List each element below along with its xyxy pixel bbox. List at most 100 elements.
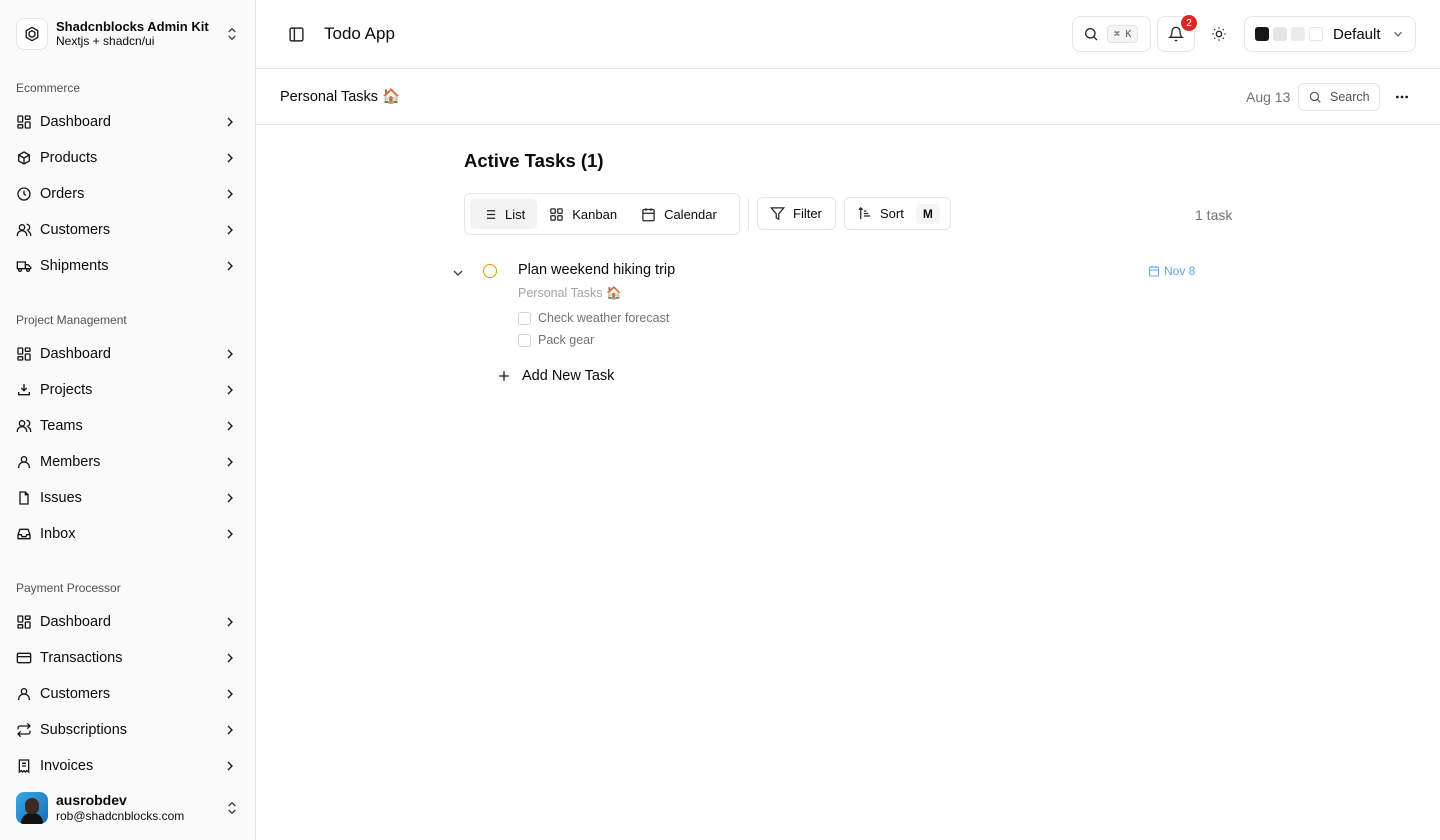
folder-icon [18, 384, 30, 396]
notifications-button[interactable]: 2 [1157, 15, 1197, 52]
tasks-section: Active Tasks (1) List Kanban Calendar Fi… [453, 150, 1244, 384]
sidebar-item-dashboard[interactable]: Dashboard [8, 104, 248, 140]
chevron-right-icon [227, 261, 233, 271]
sidebar-item-dashboard[interactable]: Dashboard [8, 336, 248, 372]
subtask-item[interactable]: Pack gear [518, 332, 594, 348]
sidebar-item-orders[interactable]: Orders [8, 176, 248, 212]
sidebar-item-projects[interactable]: Projects [8, 372, 248, 408]
grid-icon [550, 207, 563, 221]
sidebar-item-label: Transactions [40, 650, 123, 666]
sidebar-item-inbox[interactable]: Inbox [8, 516, 248, 552]
repeat-icon [17, 722, 31, 738]
search-button[interactable]: ⌘ K [1072, 16, 1151, 52]
sidebar-item-label: Invoices [40, 758, 94, 774]
sidebar-item-issues[interactable]: Issues [8, 480, 248, 516]
user-menu[interactable]: ausrobdev rob@shadcnblocks.com [8, 786, 248, 830]
chevron-right-icon [227, 385, 233, 395]
notification-badge: 2 [1181, 15, 1197, 31]
sidebar-item-subscriptions[interactable]: Subscriptions [8, 712, 248, 748]
subtask-checkbox[interactable] [518, 333, 531, 347]
tab-label: Kanban [572, 206, 618, 222]
sidebar-item-dashboard[interactable]: Dashboard [8, 604, 248, 640]
subtask-item[interactable]: Check weather forecast [518, 310, 669, 326]
sidebar-item-label: Products [40, 150, 98, 166]
task-project: Personal Tasks 🏠 [518, 286, 622, 300]
user-name: ausrobdev [56, 792, 127, 808]
sidebar-item-label: Orders [40, 186, 85, 202]
due-date-label: Nov 8 [1164, 264, 1196, 278]
add-new-task-button[interactable]: Add New Task [496, 368, 614, 384]
sidebar-item-transactions[interactable]: Transactions [8, 640, 248, 676]
group-label: Payment Processor [16, 581, 121, 595]
nav-group-payment-processor: Payment Processor Dashboard Transactions… [8, 572, 248, 784]
inbox-icon [17, 528, 31, 540]
sidebar-item-shipments[interactable]: Shipments [8, 248, 248, 284]
receipt-icon [18, 759, 30, 774]
theme-swatch [1309, 27, 1323, 41]
chevron-right-icon [227, 761, 233, 771]
chevron-right-icon [227, 653, 233, 663]
date-label: Aug 13 [1246, 89, 1291, 105]
filter-button[interactable]: Filter [757, 197, 836, 230]
sidebar-item-label: Issues [40, 490, 82, 506]
theme-swatch [1255, 27, 1269, 41]
sidebar-item-label: Customers [40, 686, 111, 702]
tab-list[interactable]: List [470, 199, 538, 229]
theme-select[interactable]: Default [1244, 16, 1416, 52]
sidebar-item-customers[interactable]: Customers [8, 212, 248, 248]
sidebar-item-teams[interactable]: Teams [8, 408, 248, 444]
subtask-checkbox[interactable] [518, 311, 531, 325]
task-search-input[interactable]: Search [1298, 83, 1380, 111]
avatar [16, 792, 48, 824]
page-title: Todo App [324, 24, 395, 43]
chevron-right-icon [227, 689, 233, 699]
sort-button[interactable]: Sort M [844, 197, 951, 230]
subtask-label: Pack gear [538, 333, 595, 347]
group-label: Ecommerce [16, 81, 81, 95]
sidebar-item-invoices[interactable]: Invoices [8, 748, 248, 784]
file-icon [19, 491, 29, 505]
user-icon [18, 456, 30, 468]
chevrons-up-down-icon [228, 27, 236, 41]
calendar-icon [642, 207, 655, 221]
chevron-down-icon [1394, 31, 1402, 37]
tab-calendar[interactable]: Calendar [629, 199, 729, 229]
sidebar-item-label: Shipments [40, 258, 109, 274]
chevron-right-icon [227, 189, 233, 199]
tab-label: Calendar [664, 206, 717, 222]
chevron-right-icon [227, 529, 233, 539]
search-placeholder: Search [1330, 90, 1370, 104]
sort-icon [858, 206, 871, 220]
keyboard-shortcut: ⌘ K [1107, 25, 1139, 43]
task-status-toggle[interactable] [483, 264, 497, 278]
team-subtitle: Nextjs + shadcn/ui [56, 34, 155, 48]
chevrons-up-down-icon [228, 801, 236, 815]
theme-toggle-button[interactable] [1208, 23, 1230, 45]
chevron-right-icon [227, 725, 233, 735]
chevron-right-icon [227, 617, 233, 627]
add-task-label: Add New Task [522, 368, 615, 384]
tab-kanban[interactable]: Kanban [537, 199, 629, 229]
sort-label: Sort [880, 206, 904, 221]
sidebar-item-label: Members [40, 454, 101, 470]
group-label: Project Management [16, 313, 127, 327]
more-options-button[interactable] [1390, 85, 1414, 109]
credit-card-icon [16, 652, 32, 664]
sidebar-item-label: Dashboard [40, 614, 111, 630]
sidebar-item-products[interactable]: Products [8, 140, 248, 176]
nav-group-ecommerce: Ecommerce Dashboard Products Orders Cust… [8, 72, 248, 284]
sidebar-item-members[interactable]: Members [8, 444, 248, 480]
sidebar-toggle-button[interactable] [284, 24, 308, 44]
search-icon [1085, 28, 1098, 41]
panel-left-icon [288, 26, 304, 42]
sidebar-item-customers[interactable]: Customers [8, 676, 248, 712]
task-title[interactable]: Plan weekend hiking trip [518, 262, 675, 278]
truck-icon [16, 261, 32, 272]
chevron-down-icon[interactable] [450, 265, 466, 281]
chevron-right-icon [227, 457, 233, 467]
team-switcher[interactable]: Shadcnblocks Admin Kit Nextjs + shadcn/u… [8, 12, 248, 56]
nav-group-project-management: Project Management Dashboard Projects Te… [8, 304, 248, 552]
task-due-date[interactable]: Nov 8 [1148, 264, 1195, 278]
team-logo-icon [16, 18, 48, 50]
top-bar: Todo App ⌘ K 2 Default [256, 0, 1440, 69]
